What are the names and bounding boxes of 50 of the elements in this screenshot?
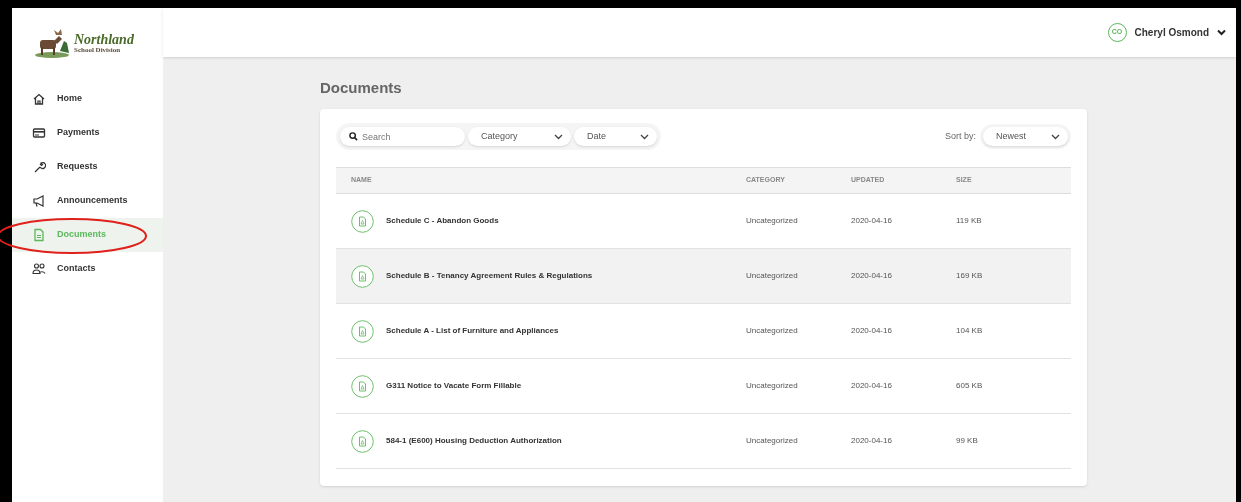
document-name[interactable]: Schedule C - Abandon Goods xyxy=(386,215,499,227)
table-cell: 2020-04-16 xyxy=(851,271,892,280)
table-cell: 119 KB xyxy=(956,216,982,225)
user-name[interactable]: Cheryl Osmond xyxy=(1134,25,1209,40)
table-cell: 2020-04-16 xyxy=(851,381,892,390)
table-cell: 2020-04-16 xyxy=(851,216,892,225)
pdf-file-icon xyxy=(351,209,374,233)
moose-logo-drawing xyxy=(34,27,70,59)
document-name[interactable]: Schedule B - Tenancy Agreement Rules & Regulations xyxy=(386,270,593,282)
table-cell: 99 KB xyxy=(956,436,978,445)
sidebar-item[interactable]: Announcements xyxy=(12,184,163,218)
table-cell: 605 KB xyxy=(956,381,983,390)
search-icon xyxy=(349,132,358,141)
table-row[interactable]: Schedule B - Tenancy Agreement Rules & Regulations Uncategorized 2020-04-16 169 KB xyxy=(336,249,1071,304)
sidebar-item[interactable]: Requests xyxy=(12,150,163,184)
document-icon xyxy=(32,228,46,242)
logo-title: Northland xyxy=(74,32,134,47)
table-cell: Uncategorized xyxy=(746,271,798,280)
pdf-file-icon xyxy=(351,374,374,398)
chevron-down-icon[interactable] xyxy=(1217,29,1226,36)
document-name[interactable]: 584-1 (E600) Housing Deduction Authorization xyxy=(386,435,562,447)
sort-dropdown[interactable]: Newest xyxy=(983,127,1068,146)
sidebar-item[interactable]: Payments xyxy=(12,116,163,150)
document-name[interactable]: G311 Notice to Vacate Form Fillable xyxy=(386,380,522,392)
chevron-down-icon xyxy=(554,133,563,140)
pdf-file-icon xyxy=(351,319,374,343)
pdf-file-icon xyxy=(351,264,374,288)
table-cell: 104 KB xyxy=(956,326,983,335)
table-cell: 2020-04-16 xyxy=(851,326,892,335)
chevron-down-icon xyxy=(640,133,649,140)
table-cell: 2020-04-16 xyxy=(851,436,892,445)
table-cell: Uncategorized xyxy=(746,381,798,390)
table-cell: Uncategorized xyxy=(746,216,798,225)
sort-label: Sort by: xyxy=(945,129,976,143)
pdf-file-icon xyxy=(351,429,374,453)
credit-card-icon xyxy=(32,126,46,140)
home-icon xyxy=(32,92,46,106)
people-icon xyxy=(32,262,46,276)
page-title: Documents xyxy=(320,78,403,98)
table-cell: 169 KB xyxy=(956,271,983,280)
chevron-down-icon xyxy=(1051,133,1060,140)
search-field[interactable]: Search xyxy=(340,127,465,146)
megaphone-icon xyxy=(32,194,46,208)
table-cell: Uncategorized xyxy=(746,326,798,335)
category-dropdown[interactable]: Category xyxy=(468,127,571,146)
sidebar-item[interactable]: Home xyxy=(12,82,163,116)
sidebar-item[interactable]: Contacts xyxy=(12,252,163,286)
date-dropdown[interactable]: Date xyxy=(574,127,657,146)
document-name[interactable]: Schedule A - List of Furniture and Appliances xyxy=(386,325,559,337)
table-cell: Uncategorized xyxy=(746,436,798,445)
